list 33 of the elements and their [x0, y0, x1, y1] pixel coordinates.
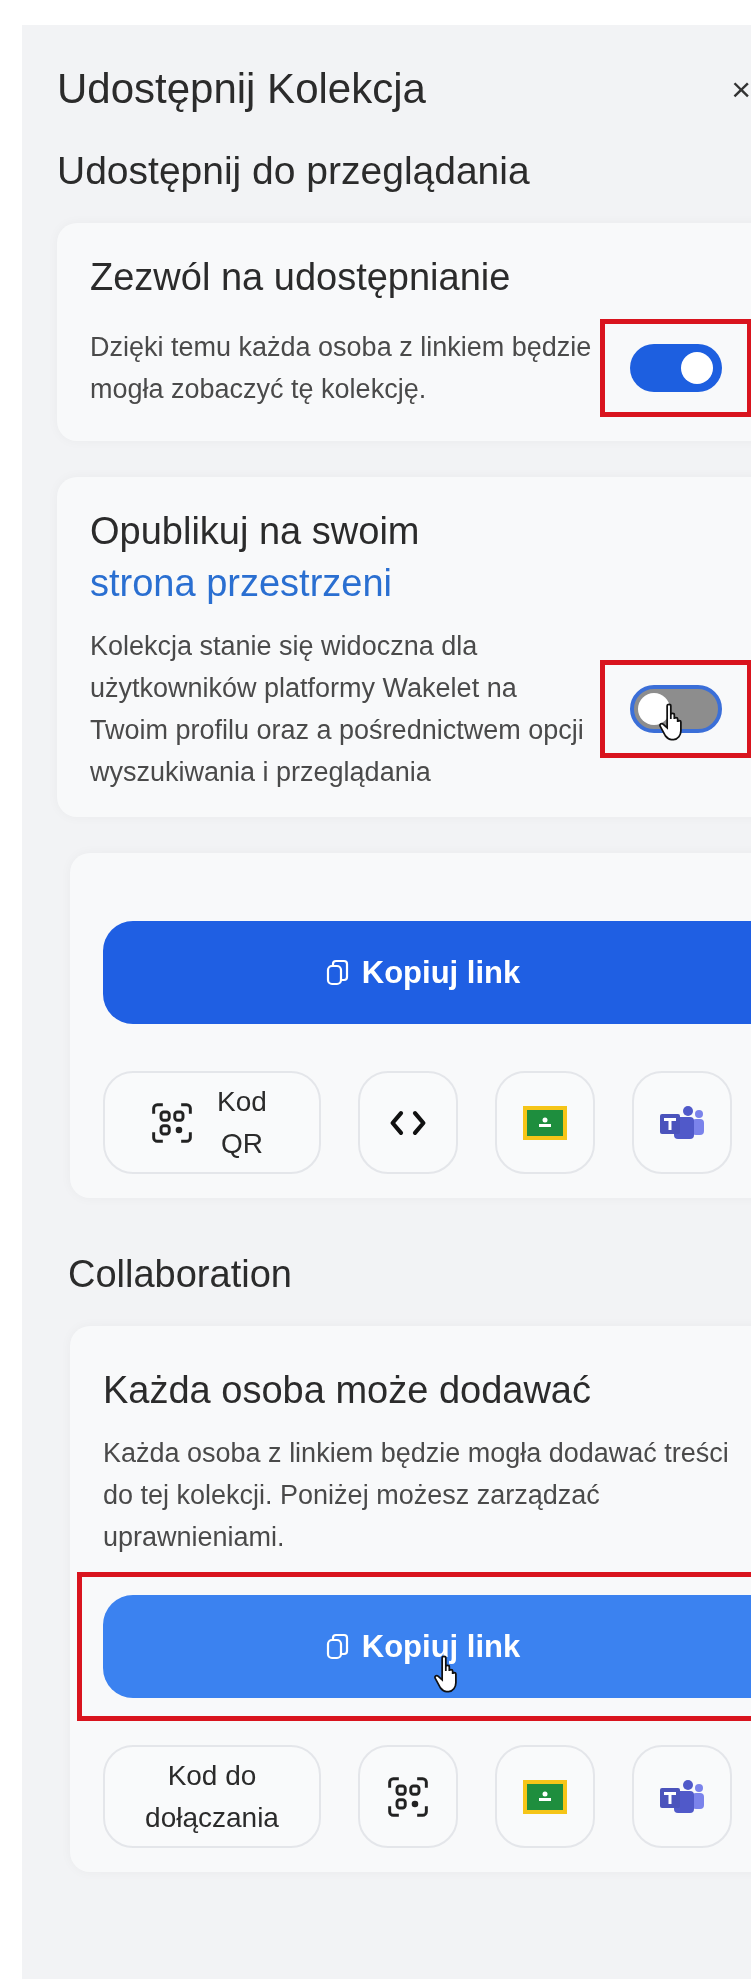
toggle-knob [638, 693, 670, 725]
setting-description: Dzięki temu każda osoba z linkiem będzie mogła zobaczyć tę kolekcję. [90, 331, 593, 406]
code-icon [388, 1108, 428, 1137]
setting-title: Zezwól na udostępnianie [90, 255, 512, 300]
embed-button[interactable] [358, 1071, 458, 1174]
qr-code-icon [386, 1774, 430, 1819]
classroom-button[interactable] [495, 1071, 595, 1174]
dialog-title: Udostępnij Kolekcja [57, 65, 426, 113]
section-heading: Udostępnij do przeglądania [57, 149, 531, 193]
toggle-knob [681, 352, 713, 384]
toggle-switch[interactable] [630, 344, 722, 392]
copy-link-button[interactable]: Kopiuj link [103, 1595, 751, 1698]
qr-code-icon [150, 1100, 194, 1145]
qr-code-button[interactable]: Kod QR [103, 1071, 321, 1174]
setting-title: Opublikuj na swoim strona przestrzeni [90, 509, 421, 606]
close-button[interactable]: × [731, 69, 751, 109]
qr-code-icon-button[interactable] [358, 1745, 458, 1848]
collaboration-title: Każda osoba może dodawać [103, 1368, 592, 1413]
classroom-icon [523, 1105, 567, 1140]
collaboration-description: Każda osoba z linkiem będzie mogła dodawać treści do tej kolekcji. Poniżej możesz zarządzać uprawnieniami. [103, 1437, 730, 1554]
classroom-button[interactable] [495, 1745, 595, 1848]
teams-button[interactable] [632, 1071, 732, 1174]
copy-icon [325, 958, 350, 987]
setting-description: Kolekcja stanie się widoczna dla użytkowników platformy Wakelet na Twoim profilu oraz a pośrednictwem opcji wyszukiwania i przeglądania [90, 630, 585, 789]
teams-icon [660, 1779, 704, 1814]
classroom-icon [523, 1779, 567, 1814]
space-link[interactable]: strona przestrzeni [90, 562, 392, 604]
section-heading: Collaboration [68, 1253, 293, 1296]
copy-link-button[interactable]: Kopiuj link [103, 921, 751, 1024]
teams-icon [660, 1105, 704, 1140]
teams-button[interactable] [632, 1745, 732, 1848]
join-code-button[interactable]: Kod do dołączania [103, 1745, 321, 1848]
copy-icon [325, 1632, 350, 1661]
